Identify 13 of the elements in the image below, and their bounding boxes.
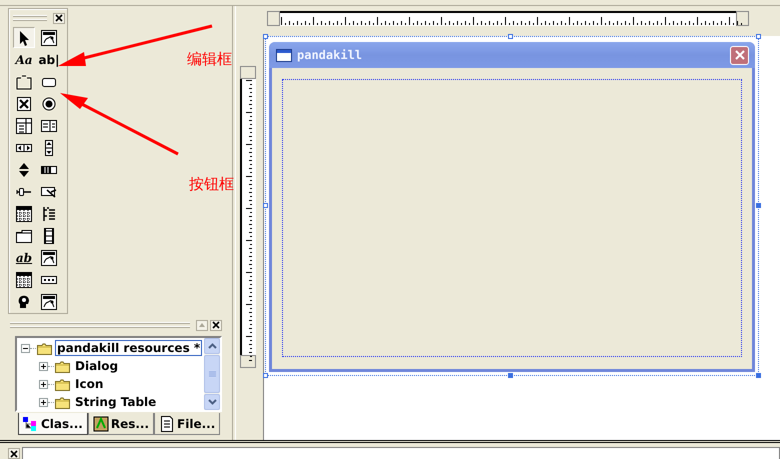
tab[interactable]: Clas... xyxy=(18,413,88,435)
tab[interactable]: Res... xyxy=(88,413,154,435)
tree-item[interactable]: Icon xyxy=(73,376,106,392)
tool-button[interactable]: ab| xyxy=(38,49,60,70)
tree-item[interactable]: pandakill resources * xyxy=(55,340,202,356)
tree-item[interactable]: String Table xyxy=(73,394,158,410)
dialog-title: pandakill xyxy=(297,48,364,62)
tool-button[interactable]: Aa xyxy=(13,49,35,70)
annotation-label: 编辑框 xyxy=(187,50,232,69)
tab[interactable]: File... xyxy=(154,413,220,435)
annotation-label: 按钮框 xyxy=(189,175,234,194)
tool-button[interactable]: ab xyxy=(13,247,35,268)
tree-item[interactable]: Dialog xyxy=(73,358,120,374)
